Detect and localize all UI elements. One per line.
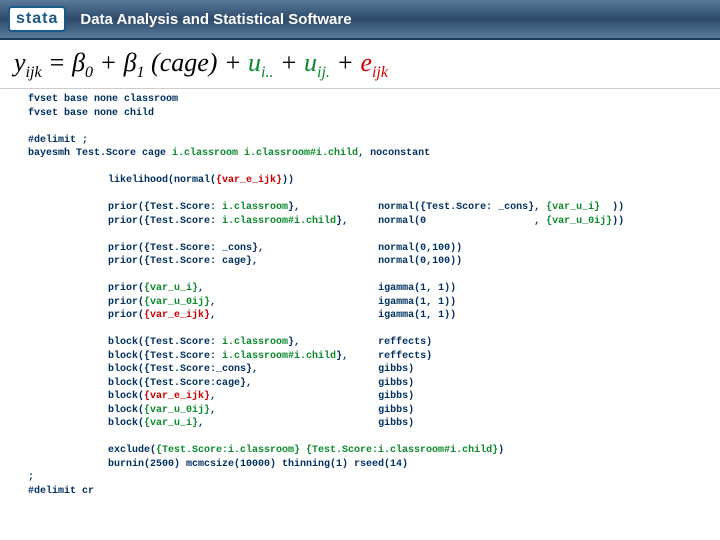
code-line: block({Test.Score: i.classroom}, reffect…: [28, 336, 720, 350]
header-bar: stata Data Analysis and Statistical Soft…: [0, 0, 720, 40]
code-line: prior({Test.Score: i.classroom}, normal(…: [28, 201, 720, 215]
code-line: block({var_u_0ij}, gibbs): [28, 404, 720, 418]
code-line: burnin(2500) mcmcsize(10000) thinning(1)…: [28, 458, 720, 472]
code-line: prior({var_e_ijk}, igamma(1, 1)): [28, 309, 720, 323]
code-line: [28, 188, 720, 202]
code-line: [28, 323, 720, 337]
code-line: fvset base none child: [28, 107, 720, 121]
code-line: block({var_e_ijk}, gibbs): [28, 390, 720, 404]
code-line: ;: [28, 471, 720, 485]
code-line: fvset base none classroom: [28, 93, 720, 107]
code-line: [28, 431, 720, 445]
code-line: prior({var_u_i}, igamma(1, 1)): [28, 282, 720, 296]
code-line: [28, 161, 720, 175]
code-line: exclude({Test.Score:i.classroom} {Test.S…: [28, 444, 720, 458]
code-line: [28, 120, 720, 134]
code-line: prior({Test.Score: cage}, normal(0,100)): [28, 255, 720, 269]
code-line: bayesmh Test.Score cage i.classroom i.cl…: [28, 147, 720, 161]
code-line: block({Test.Score:_cons}, gibbs): [28, 363, 720, 377]
code-line: prior({Test.Score: i.classroom#i.child},…: [28, 215, 720, 229]
code-line: block({Test.Score: i.classroom#i.child},…: [28, 350, 720, 364]
code-line: block({var_u_i}, gibbs): [28, 417, 720, 431]
code-line: [28, 228, 720, 242]
stata-logo: stata: [8, 6, 66, 32]
code-line: prior({Test.Score: _cons}, normal(0,100)…: [28, 242, 720, 256]
model-equation: yijk = β0 + β1 (cage) + ui.. + uij. + ei…: [0, 40, 720, 89]
code-line: [28, 269, 720, 283]
stata-code-block: fvset base none classroom fvset base non…: [0, 89, 720, 498]
code-line: block({Test.Score:cage}, gibbs): [28, 377, 720, 391]
header-title: Data Analysis and Statistical Software: [80, 11, 351, 28]
code-line: likelihood(normal({var_e_ijk})): [28, 174, 720, 188]
code-line: prior({var_u_0ij}, igamma(1, 1)): [28, 296, 720, 310]
code-line: #delimit ;: [28, 134, 720, 148]
code-line: #delimit cr: [28, 485, 720, 499]
